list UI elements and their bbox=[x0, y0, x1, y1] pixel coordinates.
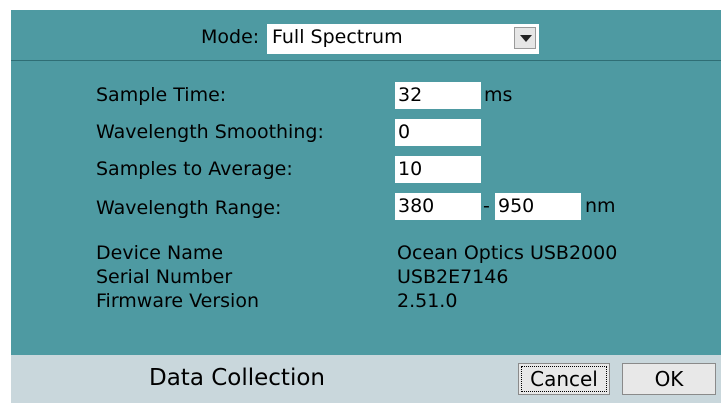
sample-time-unit: ms bbox=[484, 84, 513, 106]
wavelength-range-label: Wavelength Range: bbox=[96, 197, 282, 219]
mode-label: Mode: bbox=[201, 26, 260, 48]
firmware-version-value: 2.51.0 bbox=[397, 290, 458, 312]
firmware-version-label: Firmware Version bbox=[96, 290, 259, 312]
device-name-label: Device Name bbox=[96, 242, 224, 264]
wavelength-unit: nm bbox=[585, 195, 616, 217]
serial-number-value: USB2E7146 bbox=[397, 266, 509, 288]
serial-number-label: Serial Number bbox=[96, 266, 233, 288]
mode-bar: Mode: Full Spectrum bbox=[11, 10, 721, 61]
ok-button[interactable]: OK bbox=[622, 363, 716, 395]
wavelength-max-input[interactable]: 950 bbox=[495, 193, 581, 220]
mode-value: Full Spectrum bbox=[272, 26, 403, 48]
data-collection-dialog: Mode: Full Spectrum Sample Time: 32 ms W… bbox=[11, 10, 721, 403]
sample-time-input[interactable]: 32 bbox=[395, 82, 481, 109]
smoothing-input[interactable]: 0 bbox=[395, 119, 481, 146]
smoothing-label: Wavelength Smoothing: bbox=[96, 121, 324, 143]
samples-average-input[interactable]: 10 bbox=[395, 156, 481, 183]
range-separator: - bbox=[483, 195, 490, 217]
wavelength-min-input[interactable]: 380 bbox=[395, 193, 481, 220]
cancel-button[interactable]: Cancel bbox=[518, 363, 610, 395]
dialog-title: Data Collection bbox=[149, 365, 325, 391]
samples-average-label: Samples to Average: bbox=[96, 158, 293, 180]
footer-bar: Data Collection Cancel OK bbox=[11, 355, 721, 403]
device-name-value: Ocean Optics USB2000 bbox=[397, 242, 618, 264]
mode-select[interactable]: Full Spectrum bbox=[267, 24, 539, 54]
sample-time-label: Sample Time: bbox=[96, 84, 227, 106]
chevron-down-icon[interactable] bbox=[514, 27, 536, 49]
